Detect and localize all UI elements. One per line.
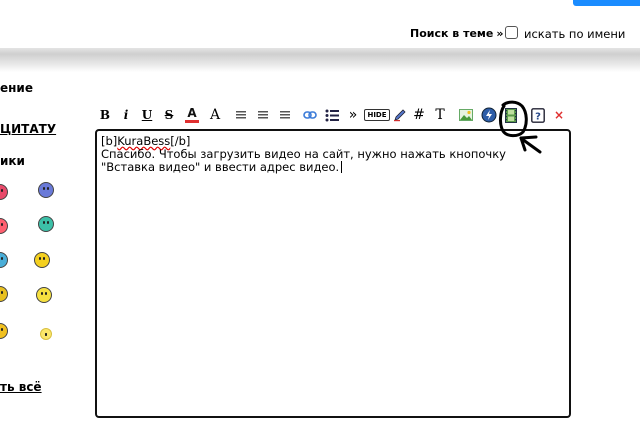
align-right-icon[interactable] (279, 106, 291, 124)
align-left-icon[interactable] (235, 106, 247, 124)
smiley-icon[interactable] (34, 252, 50, 268)
image-icon[interactable] (459, 106, 473, 124)
pencil-icon[interactable] (393, 106, 407, 124)
search-in-topic-link[interactable]: Поиск в теме» (410, 27, 503, 40)
smiley-icon[interactable] (0, 184, 8, 200)
smiley-icon[interactable] (38, 182, 54, 198)
message-body: Спасибо. Чтобы загрузить видео на сайт, … (101, 147, 510, 174)
text-caret (341, 161, 343, 173)
underline-icon[interactable]: U (141, 106, 153, 124)
smiley-icon[interactable] (36, 287, 52, 303)
smiley-icon[interactable] (0, 218, 8, 234)
quote-icon[interactable]: » (347, 106, 359, 124)
svg-text:?: ? (535, 111, 541, 122)
smiley-icon[interactable] (40, 328, 52, 340)
left-heading-message: ение (0, 81, 33, 95)
show-all-smileys-link[interactable]: ть всё (0, 380, 42, 394)
smiley-icon[interactable] (38, 216, 54, 232)
bbcode-close-tag: [/b] (170, 134, 191, 148)
font-color-icon[interactable]: A (185, 106, 199, 123)
hide-label: HIDE (364, 109, 390, 121)
search-in-topic-label: Поиск в теме (410, 27, 494, 40)
message-editor[interactable]: [b]KuraBess[/b] Спасибо. Чтобы загрузить… (95, 129, 571, 418)
video-icon[interactable] (505, 106, 517, 124)
header-shadow-band (0, 48, 640, 72)
top-blue-tab[interactable] (573, 0, 640, 6)
font-size-icon[interactable]: A (207, 106, 223, 124)
bold-icon[interactable]: B (99, 106, 111, 124)
hide-icon[interactable]: HIDE (364, 106, 390, 124)
username-text: KuraBess (117, 134, 171, 148)
smileys-heading: ики (0, 154, 25, 168)
close-icon[interactable]: × (553, 106, 565, 124)
editor-content[interactable]: [b]KuraBess[/b] Спасибо. Чтобы загрузить… (101, 135, 561, 174)
smiley-icon[interactable] (0, 252, 8, 268)
flash-icon[interactable] (481, 106, 497, 124)
search-by-name-checkbox[interactable] (505, 26, 518, 39)
help-icon[interactable]: ? (531, 106, 545, 124)
bbcode-open-tag: [b] (101, 134, 118, 148)
align-center-icon[interactable] (257, 106, 269, 124)
text-icon[interactable]: T (433, 106, 447, 124)
smiley-icon[interactable] (0, 286, 8, 302)
list-icon[interactable] (325, 106, 339, 124)
smiley-icon[interactable] (0, 323, 8, 339)
search-by-name-label: искать по имени (524, 27, 626, 41)
link-icon[interactable] (303, 106, 317, 124)
search-arrow: » (496, 27, 504, 40)
hash-icon[interactable]: # (413, 106, 425, 124)
bbcode-toolbar: B i U S A A » HIDE # T ? × (97, 106, 577, 126)
strikethrough-icon[interactable]: S (163, 106, 175, 124)
italic-icon[interactable]: i (121, 106, 131, 124)
quote-link[interactable]: ЦИТАТУ (0, 122, 56, 136)
